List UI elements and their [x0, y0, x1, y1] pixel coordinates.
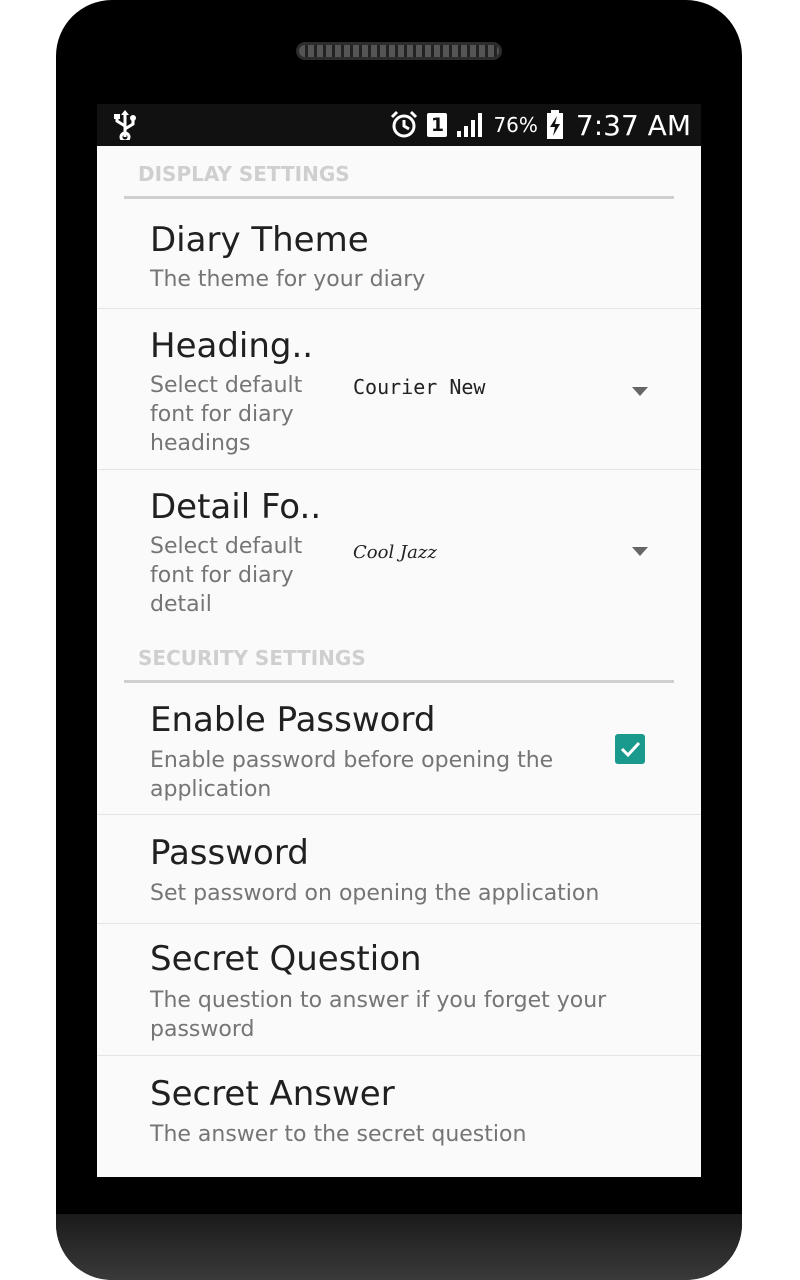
- pref-summary: Select default font for diary detail: [150, 534, 303, 617]
- pref-summary: The answer to the secret question: [150, 1122, 527, 1147]
- pref-title: Diary Theme: [150, 220, 369, 260]
- check-icon: [620, 741, 641, 758]
- pref-summary: Select default font for diary headings: [150, 373, 303, 456]
- status-bar: 1 76% 7:37 AM: [97, 104, 701, 146]
- pref-title: Secret Question: [150, 939, 422, 979]
- pref-secret-answer[interactable]: Secret Answer The answer to the secret q…: [97, 1056, 701, 1177]
- detail-font-dropdown[interactable]: Cool Jazz: [353, 542, 437, 563]
- section-header-display: DISPLAY SETTINGS: [138, 162, 350, 186]
- pref-summary: The question to answer if you forget you…: [150, 988, 607, 1042]
- section-header-security: SECURITY SETTINGS: [138, 646, 366, 670]
- pref-summary: The theme for your diary: [150, 267, 426, 292]
- usb-icon: [114, 110, 136, 143]
- pref-summary: Set password on opening the application: [150, 881, 600, 906]
- phone-bottom-bezel: [56, 1214, 742, 1280]
- pref-password[interactable]: Password Set password on opening the app…: [97, 815, 701, 924]
- pref-title: Heading..: [150, 326, 314, 366]
- speaker-grille: [296, 42, 502, 60]
- signal-icon: [457, 113, 483, 137]
- pref-title: Password: [150, 833, 309, 873]
- section-divider: [124, 196, 674, 199]
- chevron-down-icon[interactable]: [632, 547, 648, 556]
- pref-enable-password[interactable]: Enable Password Enable password before o…: [97, 684, 701, 815]
- status-time: 7:37 AM: [575, 108, 691, 142]
- pref-title: Detail Fo..: [150, 487, 322, 527]
- chevron-down-icon[interactable]: [632, 387, 648, 396]
- pref-summary: Enable password before opening the appli…: [150, 748, 554, 802]
- heading-font-dropdown[interactable]: Courier New: [353, 375, 485, 399]
- pref-detail-font[interactable]: Detail Fo.. Select default font for diar…: [97, 470, 701, 630]
- enable-password-checkbox[interactable]: [615, 734, 645, 764]
- section-divider: [124, 680, 674, 683]
- pref-title: Secret Answer: [150, 1074, 395, 1114]
- battery-percent: 76%: [493, 113, 538, 137]
- pref-diary-theme[interactable]: Diary Theme The theme for your diary: [97, 200, 701, 309]
- screen: 1 76% 7:37 AM DISPLAY SETTINGS Diary The…: [97, 104, 701, 1177]
- pref-secret-question[interactable]: Secret Question The question to answer i…: [97, 924, 701, 1056]
- pref-title: Enable Password: [150, 700, 436, 740]
- battery-charging-icon: [546, 110, 563, 139]
- alarm-icon: [391, 110, 418, 138]
- pref-heading-font[interactable]: Heading.. Select default font for diary …: [97, 309, 701, 470]
- sim-icon: 1: [427, 113, 448, 137]
